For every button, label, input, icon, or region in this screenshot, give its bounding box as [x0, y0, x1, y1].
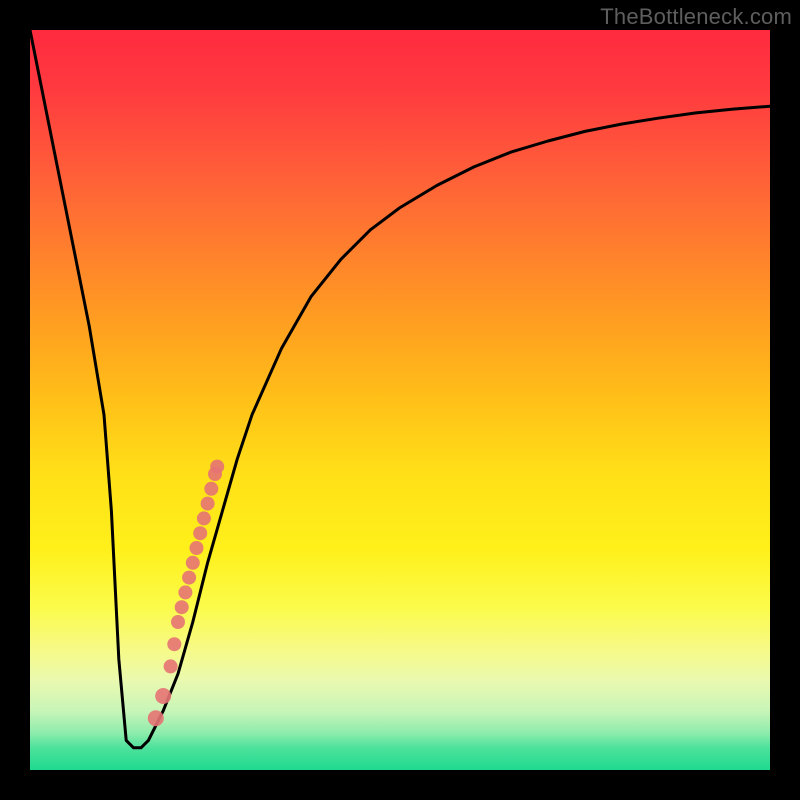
curve-line [30, 30, 770, 748]
data-point [186, 556, 200, 570]
watermark-label: TheBottleneck.com [600, 4, 792, 30]
data-point [155, 688, 171, 704]
data-point [193, 526, 207, 540]
data-point [167, 637, 181, 651]
data-point [210, 460, 224, 474]
data-point [201, 497, 215, 511]
data-point [175, 600, 189, 614]
chart-svg [30, 30, 770, 770]
data-point [197, 511, 211, 525]
chart-plot-area [30, 30, 770, 770]
data-point [171, 615, 185, 629]
data-point [164, 659, 178, 673]
data-point [182, 571, 196, 585]
data-point [178, 585, 192, 599]
data-point [148, 710, 164, 726]
data-point [190, 541, 204, 555]
data-point [204, 482, 218, 496]
